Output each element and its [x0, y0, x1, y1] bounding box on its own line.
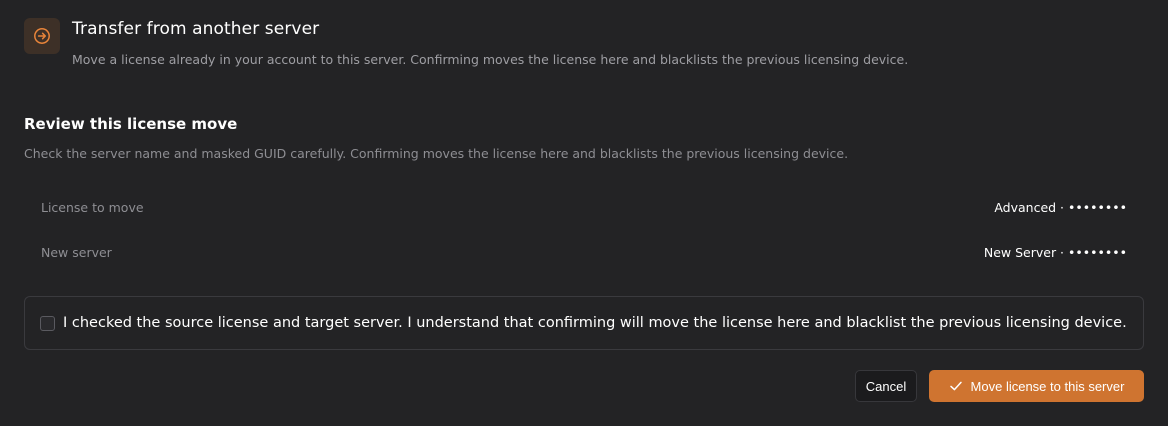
transfer-license-panel: Transfer from another server Move a lice…: [0, 0, 1168, 426]
move-license-button[interactable]: Move license to this server: [929, 370, 1144, 402]
move-license-button-label: Move license to this server: [970, 378, 1125, 394]
check-icon: [949, 379, 963, 393]
confirm-label[interactable]: I checked the source license and target …: [63, 315, 1127, 331]
review-section-description: Check the server name and masked GUID ca…: [24, 146, 849, 161]
page-description: Move a license already in your account t…: [72, 52, 909, 67]
cancel-button[interactable]: Cancel: [855, 370, 917, 402]
review-section-title: Review this license move: [24, 115, 238, 133]
cancel-button-label: Cancel: [865, 378, 907, 394]
confirmation-box[interactable]: I checked the source license and target …: [24, 296, 1144, 350]
detail-value: New Server · ••••••••: [983, 245, 1127, 260]
confirm-checkbox[interactable]: [40, 315, 55, 331]
detail-row-license: License to move Advanced · ••••••••: [41, 200, 1127, 215]
page-title: Transfer from another server: [72, 19, 320, 39]
arrow-right-circle-icon: [34, 28, 50, 44]
detail-value: Advanced · ••••••••: [994, 200, 1127, 215]
header-icon-container: [24, 18, 60, 54]
detail-label: License to move: [41, 200, 144, 215]
detail-row-server: New server New Server · ••••••••: [41, 245, 1127, 260]
detail-label: New server: [41, 245, 112, 260]
